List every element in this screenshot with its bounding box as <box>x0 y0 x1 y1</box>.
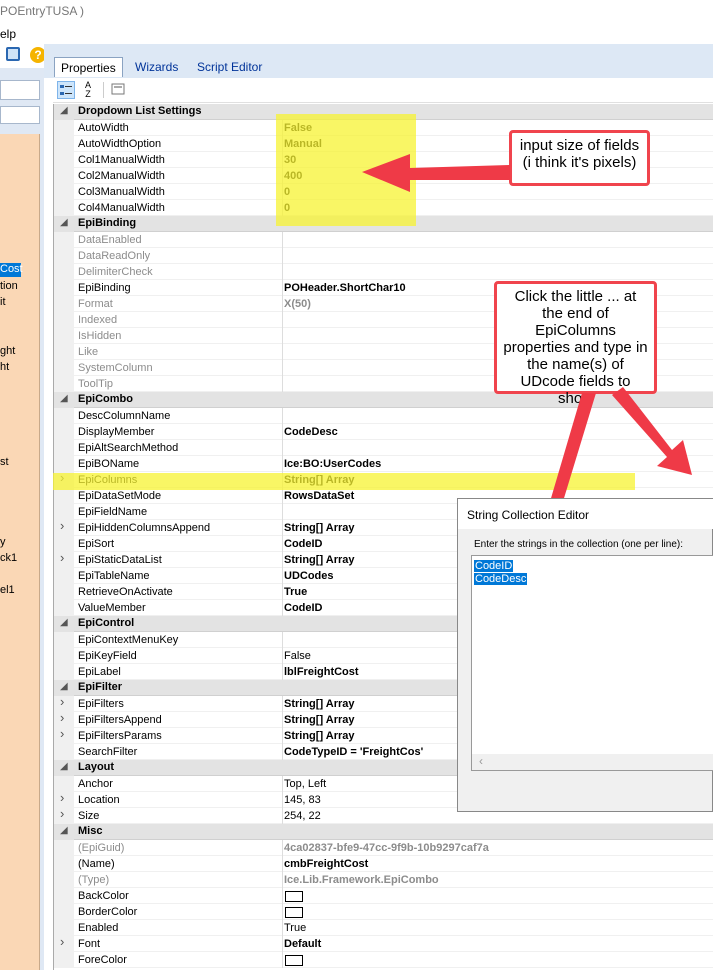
string-entry[interactable]: CodeDesc <box>474 573 528 585</box>
string-collection-editor-dialog: String Collection Editor Enter the strin… <box>457 498 713 812</box>
scroll-left-icon[interactable]: ‹ <box>479 754 483 768</box>
annotation-arrows <box>362 154 692 555</box>
arrow-to-right-edge <box>612 387 692 475</box>
dialog-instructions: Enter the strings in the collection (one… <box>474 539 683 550</box>
string-entry[interactable]: CodeID <box>474 560 514 572</box>
dialog-title: String Collection Editor <box>467 508 590 522</box>
strings-textarea[interactable]: CodeID CodeDesc ‹ <box>471 555 713 771</box>
arrow-to-widths <box>362 154 510 192</box>
dialog-title-bar: String Collection Editor <box>458 499 713 529</box>
horizontal-scrollbar[interactable]: ‹ <box>472 754 713 770</box>
